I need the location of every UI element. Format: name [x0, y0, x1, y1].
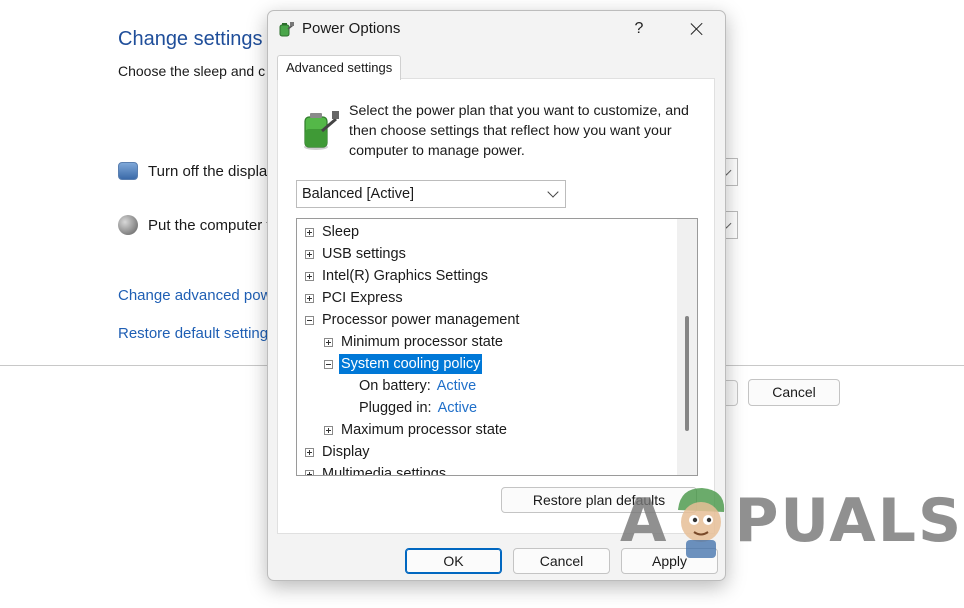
tree-item-pci[interactable]: PCI Express	[305, 288, 403, 308]
power-plan-value: Balanced [Active]	[302, 186, 415, 202]
expand-icon[interactable]	[305, 249, 314, 259]
tree-scrollbar[interactable]	[677, 219, 697, 475]
tree-label: Display	[322, 444, 370, 460]
tree-label: Processor power management	[322, 312, 520, 328]
advanced-settings-link[interactable]: Change advanced pow	[118, 287, 271, 304]
tree-item-usb[interactable]: USB settings	[305, 244, 406, 264]
page-subtitle: Choose the sleep and c	[118, 63, 266, 79]
power-plan-select[interactable]: Balanced [Active]	[296, 180, 566, 208]
title-bar[interactable]: Power Options ?	[268, 11, 725, 47]
scrollbar-thumb[interactable]	[685, 316, 689, 431]
tree-label: PCI Express	[322, 290, 403, 306]
collapse-icon[interactable]	[305, 315, 314, 325]
watermark-right: PUALS	[734, 486, 964, 556]
tree-label: Plugged in:	[359, 400, 432, 416]
tree-label: USB settings	[322, 246, 406, 262]
tree-item-max-state[interactable]: Maximum processor state	[324, 420, 507, 440]
moon-icon	[118, 215, 138, 235]
display-row: Turn off the displa	[118, 162, 267, 180]
tree-item-plugged-in[interactable]: Plugged in: Active	[359, 398, 477, 418]
tree-item-graphics[interactable]: Intel(R) Graphics Settings	[305, 266, 488, 286]
tab-advanced-settings[interactable]: Advanced settings	[277, 55, 402, 80]
tree-item-processor[interactable]: Processor power management	[305, 310, 519, 330]
tree-item-multimedia[interactable]: Multimedia settings	[305, 464, 447, 476]
expand-icon[interactable]	[305, 447, 314, 457]
collapse-icon[interactable]	[324, 359, 333, 369]
tree-item-min-state[interactable]: Minimum processor state	[324, 332, 503, 352]
appuals-watermark: A PUALS	[620, 476, 963, 566]
intro-text: Select the power plan that you want to c…	[349, 103, 689, 159]
tree-label: Sleep	[322, 224, 360, 240]
tree-item-sleep[interactable]: Sleep	[305, 222, 359, 242]
ok-button[interactable]: OK	[405, 548, 502, 574]
background-cancel-button[interactable]: Cancel	[748, 379, 840, 406]
expand-icon[interactable]	[324, 425, 333, 435]
sleep-row: Put the computer t	[118, 215, 271, 235]
expand-icon[interactable]	[324, 337, 333, 347]
tree-label: Minimum processor state	[341, 334, 503, 350]
help-button[interactable]: ?	[626, 17, 652, 41]
tree-label: Multimedia settings	[322, 466, 447, 476]
tree-item-on-battery[interactable]: On battery: Active	[359, 376, 476, 396]
mascot-icon	[678, 488, 725, 558]
watermark-left: A	[620, 486, 669, 556]
power-options-icon	[279, 22, 294, 37]
chevron-down-icon	[547, 186, 559, 198]
restore-defaults-link[interactable]: Restore default setting	[118, 325, 268, 342]
expand-icon[interactable]	[305, 227, 314, 237]
page-title: Change settings f	[118, 28, 274, 50]
battery-plug-icon	[304, 111, 339, 150]
settings-tree[interactable]: Sleep USB settings Intel(R) Graphics Set…	[296, 218, 698, 476]
monitor-icon	[118, 162, 138, 180]
expand-icon[interactable]	[305, 271, 314, 281]
dialog-title: Power Options	[302, 20, 401, 37]
cancel-button[interactable]: Cancel	[513, 548, 610, 574]
close-button[interactable]	[682, 17, 712, 41]
expand-icon[interactable]	[305, 293, 314, 303]
tree-item-display[interactable]: Display	[305, 442, 370, 462]
tree-label: Maximum processor state	[341, 422, 507, 438]
tree-label: Intel(R) Graphics Settings	[322, 268, 489, 284]
sleep-row-label: Put the computer t	[148, 216, 271, 234]
tree-label-selected: System cooling policy	[339, 354, 483, 374]
display-row-label: Turn off the displa	[148, 162, 268, 180]
on-battery-value[interactable]: Active	[437, 376, 477, 396]
plugged-in-value[interactable]: Active	[438, 398, 478, 418]
tree-item-cooling-policy[interactable]: System cooling policy	[324, 354, 483, 374]
tree-label: On battery:	[359, 378, 431, 394]
expand-icon[interactable]	[305, 469, 314, 475]
